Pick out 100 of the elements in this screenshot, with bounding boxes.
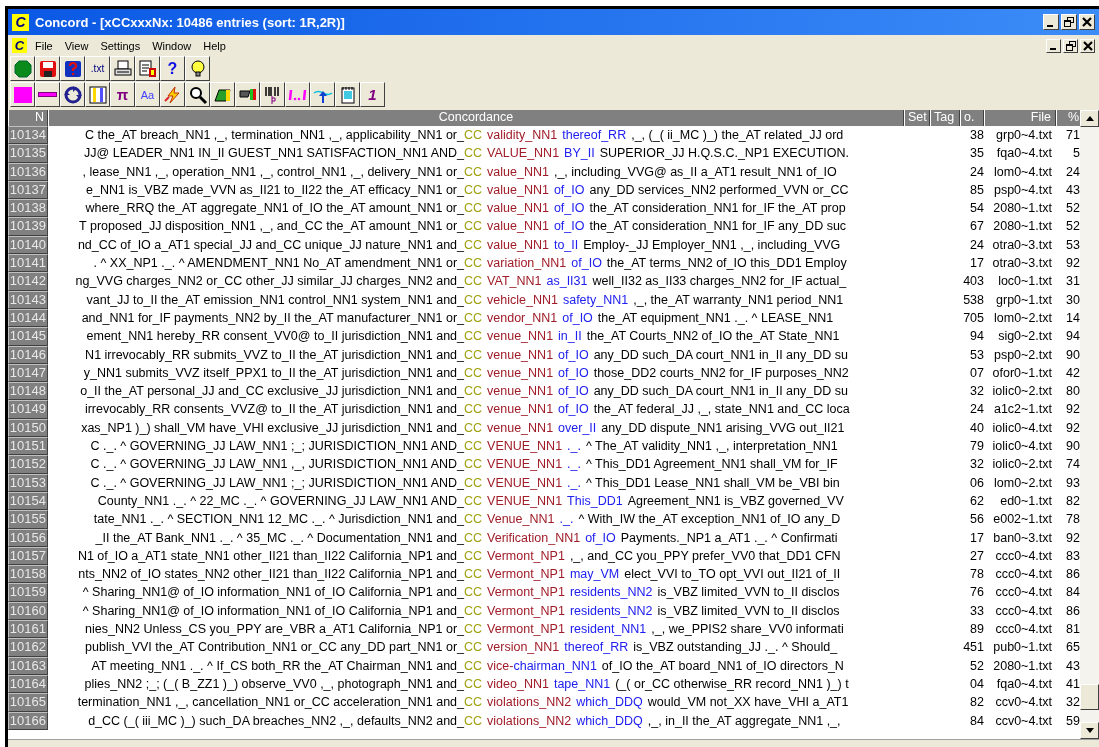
table-cell-text: psp0~2.txt (992, 346, 1053, 364)
scroll-down-button[interactable] (1080, 722, 1099, 739)
table-cell-text: 41 (1065, 675, 1081, 693)
menu-item[interactable]: Settings (96, 39, 145, 52)
left-context: irrevocably_RR consents_VVZ@ to_II the_AT jurisdiction_NN1 and_ (83, 401, 464, 419)
search-word: value_NN1 (487, 163, 549, 181)
toolbar-button[interactable] (110, 56, 135, 81)
scrollbar[interactable] (1080, 110, 1099, 739)
toolbar-button[interactable] (310, 82, 335, 107)
toolbar-button[interactable] (185, 82, 210, 107)
table-cell-text: fqa0~4.txt (995, 675, 1053, 693)
menu-item[interactable]: View (60, 39, 93, 52)
left-context: termination_NN1 ,_, cancellation_NN1 or_CC acceleration_NN1 and_ (76, 694, 464, 712)
table-cell-text: 52 (969, 657, 984, 675)
column-header[interactable]: Tag (930, 110, 960, 126)
close-button[interactable] (1079, 14, 1095, 30)
search-word: venue_NN1 (487, 346, 554, 364)
table-cell-text: ed0~1.txt (999, 492, 1053, 510)
table-cell-text: iolic0~4.txt (991, 438, 1053, 456)
minimize-button[interactable] (1046, 38, 1061, 53)
toolbar-button[interactable] (35, 56, 60, 81)
toolbar-button[interactable] (160, 82, 185, 107)
left-context: County_NN1 ._. ^ 22_MC ._. ^ GOVERNING_JJ LAW_NN1 AND_ (96, 492, 464, 510)
toolbar-button[interactable] (135, 56, 160, 81)
menu-item[interactable]: Window (148, 39, 196, 52)
collocate-word: which_DDQ (576, 712, 643, 730)
table-cell-text: 90 (1065, 346, 1081, 364)
tag-text: CC (464, 346, 483, 364)
row-number: 10135 (8, 144, 48, 163)
collocate-word: residents_NN2 (569, 584, 653, 602)
toolbar-button[interactable]: π (110, 82, 135, 107)
table-cell-text: 52 (1065, 218, 1081, 236)
table-cell-text: 86 (1065, 566, 1081, 584)
table-cell-text: 94 (1065, 328, 1081, 346)
row-number: 10142 (8, 272, 48, 291)
toolbar-button[interactable]: 1 (360, 82, 385, 107)
table-cell-text: 53 (969, 346, 984, 364)
toolbar-button[interactable] (185, 56, 210, 81)
table-cell-text: grp0~4.txt (995, 127, 1053, 144)
table-cell-text: 82 (1065, 492, 1081, 510)
toolbar-button[interactable]: .txt (85, 56, 110, 81)
toolbar-button[interactable] (85, 82, 110, 107)
search-word: version_NN1 (487, 639, 560, 657)
search-word: Vermont_NP1 (487, 547, 565, 565)
toolbar-button[interactable] (60, 82, 85, 107)
printer-icon (112, 58, 133, 79)
toolbar-button[interactable] (10, 82, 35, 107)
column-header[interactable]: File (984, 110, 1056, 126)
search-word: value_NN1 (487, 200, 549, 218)
table-cell-text: lom0~2.txt (993, 309, 1053, 327)
restore-button[interactable] (1061, 14, 1077, 30)
toolbar-button[interactable] (235, 82, 260, 107)
left-context: ^ Sharing_NN1@ of_IO information_NN1 of_IO California_NP1 and_ (81, 602, 464, 620)
row-number: 10165 (8, 693, 48, 712)
right-context: ^ The_AT validity_NN1 ,_, interpretation_NN1 (586, 438, 838, 456)
right-context: the_AT consideration_NN1 for_IF any_DD suc (589, 218, 847, 236)
search-icon (187, 84, 208, 105)
column-header[interactable]: o. (960, 110, 984, 126)
table-cell-text: ccc0~4.txt (994, 602, 1053, 620)
collocate-word: of_IO (585, 529, 616, 547)
search-word: value_NN1 (487, 236, 549, 254)
column-header[interactable]: Concordance (48, 110, 904, 126)
close-button[interactable] (1080, 38, 1095, 53)
table-cell-text: 04 (969, 675, 984, 693)
toolbar-button[interactable]: Aa (135, 82, 160, 107)
app-logo: C (12, 13, 29, 31)
collocate-word: BY_II (564, 145, 595, 163)
minimize-button[interactable] (1043, 14, 1059, 30)
toolbar-button[interactable] (10, 56, 35, 81)
toolbar-button[interactable] (35, 82, 60, 107)
toolbar-button[interactable] (335, 82, 360, 107)
toolbar-button[interactable] (260, 82, 285, 107)
left-context: where_RRQ the_AT aggregate_NN1 of_IO the_AT amount_NN1 or_ (84, 200, 464, 218)
toolbar-button[interactable] (60, 56, 85, 81)
table-cell-text: 81 (1065, 621, 1081, 638)
left-context: JJ@ LEADER_NN1 IN_II GUEST_NN1 SATISFACTION_NN1 AND_ (83, 145, 464, 163)
table-cell-text: 24 (969, 401, 984, 419)
help-button[interactable]: ? (160, 56, 185, 81)
tag-text: CC (464, 675, 483, 693)
table-cell-text: 38 (969, 127, 984, 144)
left-context: nies_NN2 Unless_CS you_PPY are_VBR a_AT1 California_NP1 or_ (84, 621, 464, 638)
search-word: vehicle_NN1 (487, 291, 558, 309)
menu-item[interactable]: Help (199, 39, 230, 52)
toolbar-button[interactable] (210, 82, 235, 107)
menu-item[interactable]: File (31, 39, 57, 52)
scroll-up-button[interactable] (1080, 110, 1099, 127)
scroll-thumb[interactable] (1080, 684, 1099, 710)
left-context: publish_VVI the_AT Contribution_NN1 or_CC any_DD part_NN1 or_ (84, 639, 464, 657)
table-cell-text: 76 (969, 584, 984, 602)
restore-button[interactable] (1063, 38, 1078, 53)
row-number: 10151 (8, 437, 48, 456)
tag-text: CC (464, 419, 483, 437)
table-cell-text: 538 (962, 291, 984, 309)
collocate-word: of_IO (558, 383, 589, 401)
tag-text: CC (464, 181, 483, 199)
left-context: N1 irrevocably_RR submits_VVZ to_II the_AT jurisdiction_NN1 and_ (84, 346, 464, 364)
column-header[interactable]: Set (904, 110, 930, 126)
toolbar-button[interactable] (285, 82, 310, 107)
tag-text: CC (464, 328, 483, 346)
table-cell-text: otra0~3.txt (991, 236, 1053, 254)
